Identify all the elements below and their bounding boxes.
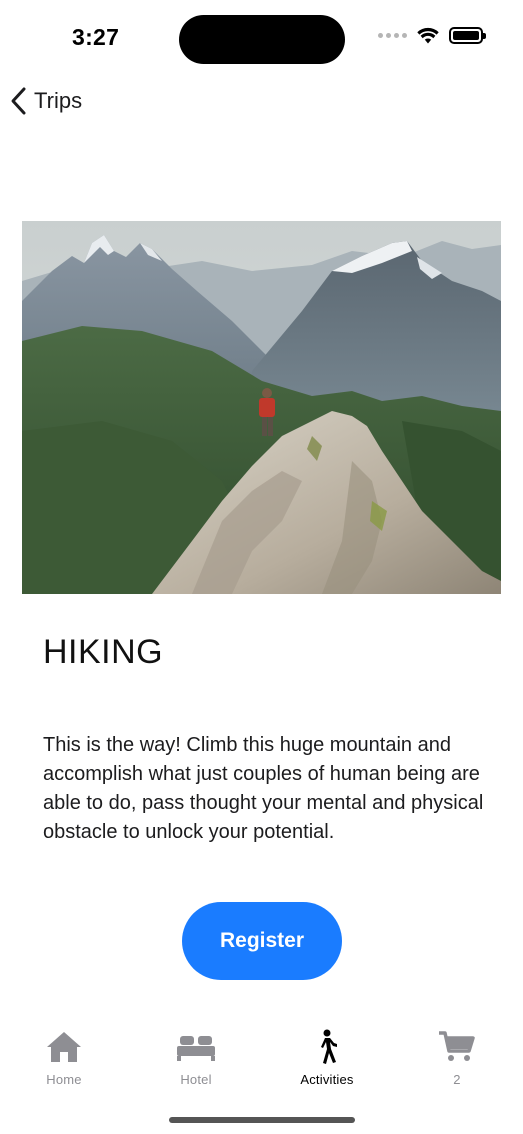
home-indicator [169,1117,355,1123]
tab-cart[interactable]: 2 [407,1028,507,1090]
activity-image [22,221,501,594]
status-time: 3:27 [72,24,120,50]
walking-person-icon [321,1029,337,1064]
activity-description: This is the way! Climb this huge mountai… [43,734,484,843]
activity-title: HIKING [43,633,164,671]
house-icon [47,1032,81,1062]
tab-label: 2 [453,1072,461,1087]
tab-home[interactable]: Home [14,1028,114,1090]
bed-icon [177,1036,215,1061]
dynamic-island [179,15,345,64]
screen: 3:27 Trips HIKING This is the way! Climb… [0,0,523,1134]
tab-label: Hotel [180,1072,212,1087]
tab-hotel[interactable]: Hotel [146,1028,246,1090]
status-indicators [378,27,486,44]
chevron-left-icon [11,87,26,115]
battery-icon [449,27,486,44]
tab-bar: Home Hotel Activities 2 [0,1028,523,1090]
back-button[interactable]: Trips [10,84,82,118]
tab-label: Home [46,1072,82,1087]
back-label: Trips [34,88,83,113]
tab-label: Activities [300,1072,354,1087]
cart-icon [439,1031,475,1061]
cellular-signal-icon [378,33,407,38]
tab-activities[interactable]: Activities [277,1028,377,1090]
wifi-icon [417,27,439,44]
register-button[interactable]: Register [182,902,342,980]
